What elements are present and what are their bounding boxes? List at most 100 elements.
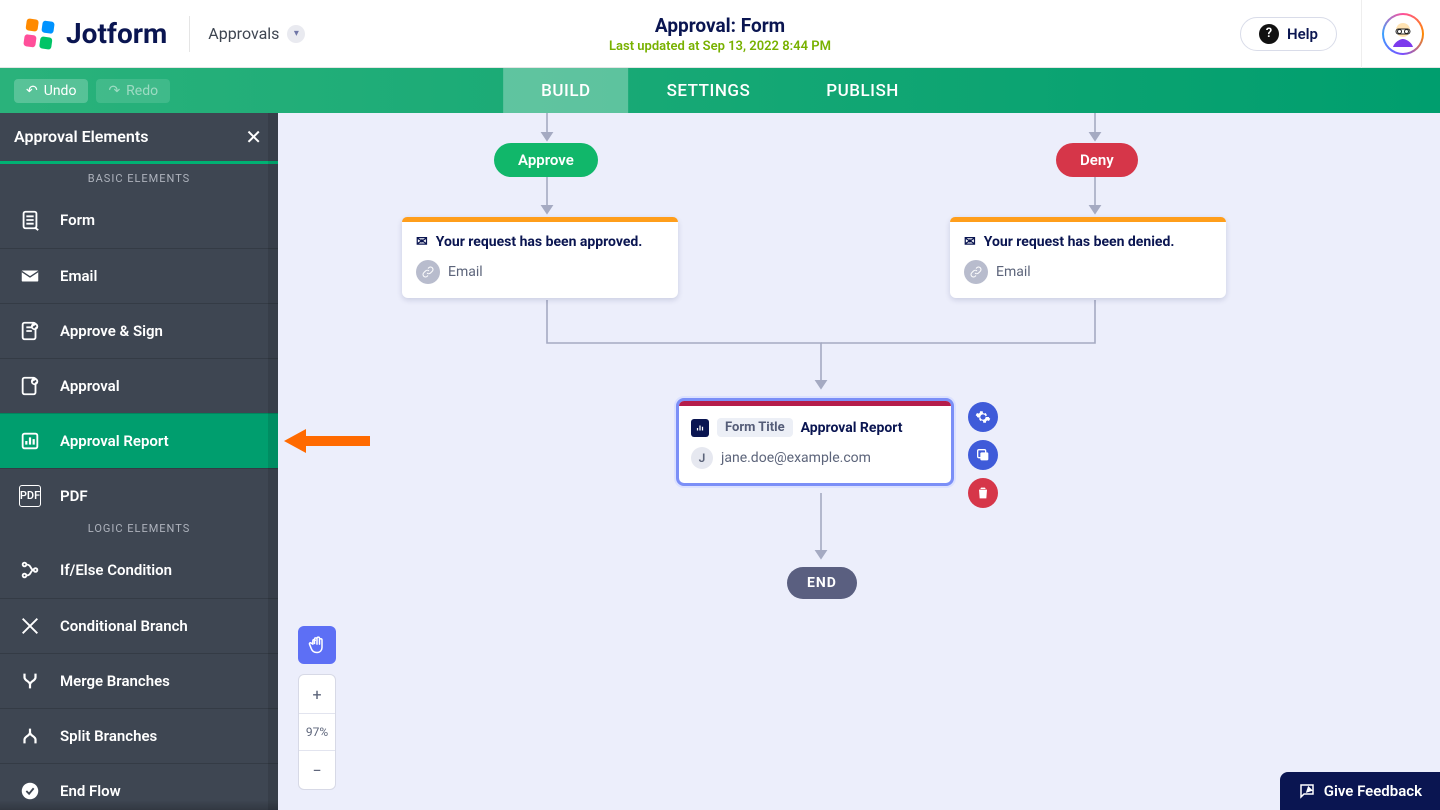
close-icon[interactable]: ✕ (245, 125, 262, 149)
sidebar-item-ifelse[interactable]: If/Else Condition (0, 543, 278, 598)
mail-icon (16, 262, 44, 290)
node-side-controls (968, 402, 998, 508)
sidebar-logic-list: If/Else Condition Conditional Branch Mer… (0, 543, 278, 810)
avatar-image-icon (1384, 15, 1422, 53)
sidebar-item-label: Approval Report (60, 432, 169, 450)
tab-settings[interactable]: SETTINGS (629, 68, 789, 113)
recipient-avatar: J (691, 447, 713, 469)
page-title-block: Approval: Form Last updated at Sep 13, 2… (609, 14, 831, 54)
link-icon (964, 260, 988, 284)
canvas-zoom-controls: + 97% − (298, 626, 336, 790)
sidebar-item-pdf[interactable]: PDF PDF (0, 468, 278, 514)
denied-email-card[interactable]: ✉ Your request has been denied. Email (950, 217, 1226, 298)
sidebar-item-form[interactable]: Form (0, 193, 278, 248)
form-icon (16, 206, 44, 234)
feedback-icon (1298, 782, 1316, 800)
divider (1361, 0, 1362, 68)
sidebar-item-approve-sign[interactable]: Approve & Sign (0, 303, 278, 358)
sidebar-item-label: Form (60, 211, 95, 229)
sidebar-item-cond-branch[interactable]: Conditional Branch (0, 598, 278, 653)
user-avatar[interactable] (1382, 13, 1424, 55)
sidebar-item-label: PDF (60, 487, 88, 505)
approvals-dropdown[interactable]: Approvals ▾ (208, 24, 305, 43)
ifelse-icon (16, 556, 44, 584)
tab-build-label: BUILD (541, 81, 590, 101)
tab-publish[interactable]: PUBLISH (788, 68, 937, 113)
undo-button[interactable]: ↶ Undo (14, 79, 88, 103)
sidebar-item-label: Email (60, 267, 97, 285)
deny-pill[interactable]: Deny (1056, 143, 1138, 177)
approved-email-card[interactable]: ✉ Your request has been approved. Email (402, 217, 678, 298)
end-label: END (807, 575, 837, 591)
sidebar-cat-logic: LOGIC ELEMENTS (0, 514, 278, 543)
tab-settings-label: SETTINGS (667, 81, 751, 101)
sidebar-item-email[interactable]: Email (0, 248, 278, 303)
pan-tool-button[interactable] (298, 626, 336, 664)
approval-icon (16, 372, 44, 400)
logo-mark-icon (22, 17, 56, 51)
mail-icon: ✉ (416, 234, 428, 250)
denied-msg: Your request has been denied. (984, 234, 1175, 250)
undo-icon: ↶ (26, 83, 38, 99)
sidebar-item-merge[interactable]: Merge Branches (0, 653, 278, 708)
page-subtitle: Last updated at Sep 13, 2022 8:44 PM (609, 39, 831, 54)
tools-icon (16, 612, 44, 640)
chevron-down-icon: ▾ (287, 25, 305, 43)
help-label: Help (1287, 25, 1318, 43)
sidebar: Approval Elements ✕ BASIC ELEMENTS Form … (0, 113, 278, 810)
node-delete-button[interactable] (968, 478, 998, 508)
node-title: Approval Report (801, 420, 903, 436)
zoom-in-button[interactable]: + (299, 675, 335, 713)
sidebar-basic-list: Form Email Approve & Sign Approval Appro… (0, 193, 278, 514)
email-label: Email (448, 264, 483, 280)
sidebar-item-approval-report[interactable]: Approval Report (0, 413, 278, 468)
sidebar-cat-basic: BASIC ELEMENTS (0, 164, 278, 193)
approve-label: Approve (518, 151, 574, 169)
zoom-out-button[interactable]: − (299, 751, 335, 789)
tab-bar: ↶ Undo ↷ Redo BUILD SETTINGS PUBLISH (0, 68, 1440, 113)
brand-logo[interactable]: Jotform (22, 17, 167, 51)
flow-canvas[interactable]: Approve Deny ✉ Your request has been app… (278, 113, 1440, 810)
split-icon (16, 722, 44, 750)
sidebar-item-label: Approval (60, 377, 120, 395)
sidebar-item-split[interactable]: Split Branches (0, 708, 278, 763)
give-feedback-button[interactable]: Give Feedback (1280, 772, 1440, 810)
end-node[interactable]: END (787, 567, 857, 599)
zoom-level: 97% (299, 713, 335, 751)
topbar: Jotform Approvals ▾ Approval: Form Last … (0, 0, 1440, 68)
help-button[interactable]: ? Help (1240, 17, 1337, 51)
node-duplicate-button[interactable] (968, 440, 998, 470)
report-icon (691, 419, 709, 437)
sidebar-shadow (0, 800, 278, 810)
redo-icon: ↷ (108, 83, 120, 99)
sidebar-title: Approval Elements (14, 127, 148, 146)
form-title-tag: Form Title (717, 418, 793, 437)
approval-report-node[interactable]: Form Title Approval Report J jane.doe@ex… (676, 398, 954, 486)
tab-publish-label: PUBLISH (826, 81, 899, 101)
mail-icon: ✉ (964, 234, 976, 250)
approved-msg: Your request has been approved. (436, 234, 643, 250)
approve-pill[interactable]: Approve (494, 143, 598, 177)
email-label: Email (996, 264, 1031, 280)
tab-build[interactable]: BUILD (503, 68, 628, 113)
redo-label: Redo (126, 83, 158, 99)
deny-label: Deny (1080, 151, 1114, 169)
page-title: Approval: Form (609, 14, 831, 37)
sidebar-item-label: End Flow (60, 782, 121, 800)
sidebar-item-label: Approve & Sign (60, 322, 163, 340)
sidebar-item-approval[interactable]: Approval (0, 358, 278, 413)
sidebar-header: Approval Elements ✕ (0, 113, 278, 161)
report-icon (16, 427, 44, 455)
redo-button[interactable]: ↷ Redo (96, 79, 170, 103)
sidebar-item-label: If/Else Condition (60, 561, 172, 579)
callout-arrow-icon (284, 427, 370, 459)
approvals-dropdown-label: Approvals (208, 24, 279, 43)
node-settings-button[interactable] (968, 402, 998, 432)
recipient-email: jane.doe@example.com (721, 450, 871, 466)
sidebar-item-label: Split Branches (60, 727, 157, 745)
brand-name: Jotform (66, 17, 167, 50)
merge-icon (16, 667, 44, 695)
link-icon (416, 260, 440, 284)
help-icon: ? (1259, 24, 1279, 44)
pdf-icon: PDF (16, 482, 44, 510)
